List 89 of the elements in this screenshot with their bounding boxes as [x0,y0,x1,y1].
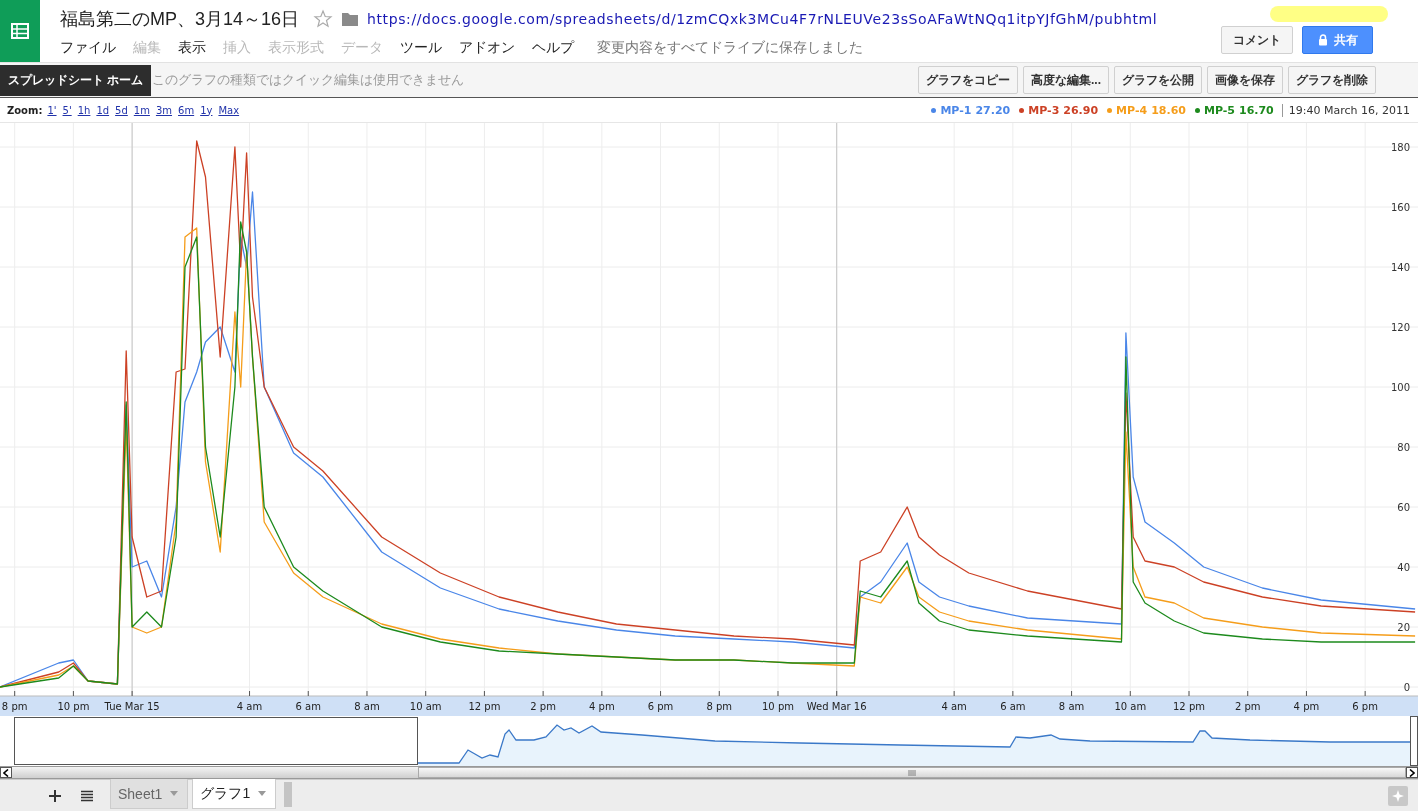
chart-action-button[interactable]: グラフを公開 [1114,66,1202,94]
x-tick-label: 12 pm [468,701,501,712]
legend-label: MP-3 [1028,103,1060,117]
chart-action-button[interactable]: グラフを削除 [1288,66,1376,94]
x-tick-label: 4 pm [589,701,615,712]
caret-icon [258,791,267,796]
zoom-link[interactable]: 5' [62,104,72,116]
sheet-tab[interactable]: Sheet1 [110,779,189,809]
zoom-link[interactable]: 1y [200,104,213,116]
y-tick-label: 60 [1397,502,1410,513]
lock-icon [1317,34,1328,46]
x-tick-label: Wed Mar 16 [806,701,867,712]
zoom-link[interactable]: 5d [115,104,128,116]
x-tick-label: 6 am [295,701,321,712]
x-tick-label: 8 am [354,701,380,712]
spreadsheet-icon [11,23,29,39]
notice-text: このグラフの種類ではクイック編集は使用できません [152,71,465,89]
zoom-link[interactable]: 6m [178,104,195,116]
chart-action-button[interactable]: 画像を保存 [1207,66,1283,94]
x-tick-label: 4 pm [1293,701,1320,712]
range-handle[interactable] [1410,716,1418,766]
menu-item[interactable]: 表示 [178,39,206,57]
x-tick-label: Tue Mar 15 [104,701,160,712]
y-tick-label: 120 [1390,322,1410,333]
x-tick-label: 10 am [1114,701,1147,712]
tab-scroll-handle[interactable] [284,782,293,807]
x-tick-label: 4 am [941,701,967,712]
save-status: 変更内容をすべてドライブに保存しました [597,39,863,57]
plus-icon[interactable] [48,789,62,803]
y-tick-label: 0 [1403,682,1410,693]
x-tick-label: 10 pm [762,701,794,712]
x-tick-label: 2 pm [530,701,556,712]
y-tick-label: 140 [1390,262,1410,273]
zoom-link[interactable]: 3m [155,104,173,116]
menu-item[interactable]: ファイル [60,39,116,57]
zoom-link[interactable]: Max [218,104,240,116]
x-tick-label: 8 pm [1,701,28,712]
menu-item[interactable]: ツール [400,39,442,57]
document-link[interactable]: https://docs.google.com/spreadsheets/d/1zmCQxk3MCu4F7rNLEUVe23sSoAFaWtNQq1itpYJfGhM/pubhtml [367,11,1158,27]
legend-value: 27.20 [975,103,1011,117]
folder-icon[interactable] [341,11,360,27]
legend-value: 18.60 [1151,103,1186,117]
y-tick-label: 100 [1390,382,1410,393]
y-tick-label: 20 [1397,622,1410,633]
y-tick-label: 180 [1390,142,1410,153]
zoom-link[interactable]: 1' [47,104,57,116]
tooltip: スプレッドシート ホーム [0,65,152,96]
y-tick-label: 80 [1397,442,1410,453]
chevron-left-icon [3,768,9,777]
legend-value: 26.90 [1063,103,1099,117]
grip-icon [908,769,916,776]
sparkle-icon [1392,790,1404,802]
zoom-label: Zoom: [7,104,43,116]
x-tick-label: 8 pm [706,701,733,712]
x-tick-label: 2 pm [1234,701,1261,712]
scroll-right-button[interactable] [1406,767,1418,778]
document-title[interactable]: 福島第二のMP、3月14～16日 [60,7,300,31]
legend-label: MP-4 [1116,103,1148,117]
x-tick-label: 10 pm [57,701,90,712]
scroll-thumb[interactable] [418,767,1406,778]
timestamp: 19:40 March 16, 2011 [1281,103,1410,117]
y-tick-label: 160 [1390,202,1410,213]
zoom-link[interactable]: 1d [96,104,110,116]
comment-button[interactable]: コメント [1221,26,1293,54]
chart-action-button[interactable]: グラフをコピー [918,66,1018,94]
x-tick-label: 6 pm [647,701,674,712]
chevron-right-icon [1409,768,1415,777]
y-tick-label: 40 [1397,562,1410,573]
star-icon[interactable] [313,9,334,29]
menu-item[interactable]: ヘルプ [532,39,574,57]
legend-value: 16.70 [1239,103,1274,117]
x-tick-label: 12 pm [1173,701,1205,712]
chart-action-button[interactable]: 高度な編集... [1023,66,1109,94]
sheets-logo[interactable] [0,0,40,62]
x-tick-label: 6 am [1000,701,1026,712]
x-tick-label: 6 pm [1352,701,1378,712]
legend-label: MP-1 [940,103,972,117]
caret-icon [170,791,179,796]
sheet-tab[interactable]: グラフ1 [192,779,277,809]
x-tick-label: 4 am [236,701,263,712]
scroll-left-button[interactable] [0,767,12,778]
x-tick-label: 10 am [409,701,442,712]
menu-item[interactable]: アドオン [459,39,515,57]
list-icon[interactable] [80,790,94,802]
zoom-link[interactable]: 1h [77,104,91,116]
legend-label: MP-5 [1203,103,1235,117]
x-tick-label: 8 am [1058,701,1085,712]
zoom-link[interactable]: 1m [133,104,150,116]
range-window[interactable] [14,717,418,765]
